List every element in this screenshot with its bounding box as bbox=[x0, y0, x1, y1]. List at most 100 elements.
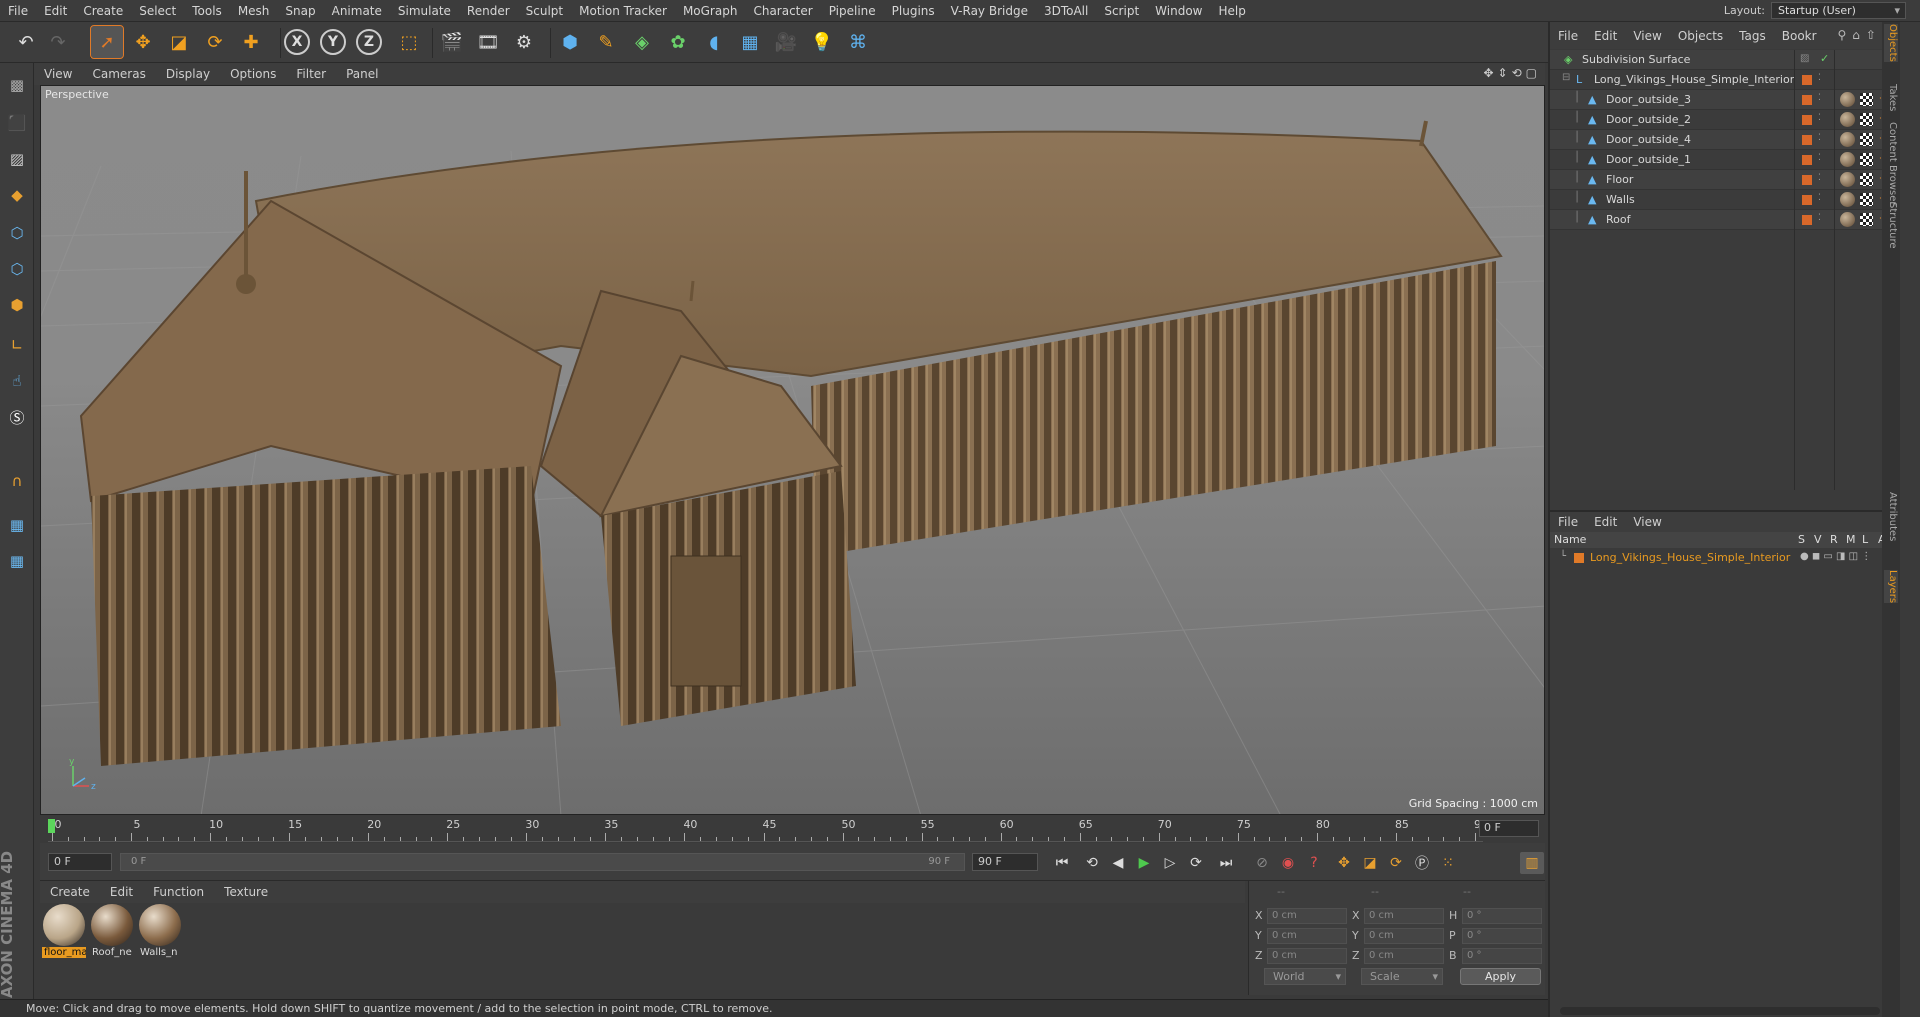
play-forward-icon[interactable]: ▶ bbox=[1132, 852, 1156, 874]
search-icon[interactable]: ⚲ bbox=[1837, 28, 1846, 42]
menu-character[interactable]: Character bbox=[745, 0, 820, 22]
coord-position-field[interactable]: 0 cm bbox=[1267, 948, 1347, 964]
solo-icon[interactable]: Ⓢ bbox=[3, 403, 31, 431]
menu-script[interactable]: Script bbox=[1096, 0, 1147, 22]
coord-position-field[interactable]: 0 cm bbox=[1267, 928, 1347, 944]
object-name[interactable]: Door_outside_1 bbox=[1606, 153, 1691, 166]
horizontal-scrollbar[interactable] bbox=[1560, 1007, 1880, 1015]
layer-column-header[interactable]: L bbox=[1862, 533, 1868, 546]
viewport-camera-label[interactable]: Perspective bbox=[45, 88, 109, 101]
apply-button[interactable]: Apply bbox=[1460, 968, 1541, 985]
viewport-menu-filter[interactable]: Filter bbox=[286, 67, 336, 81]
uvw-tag-icon[interactable] bbox=[1860, 133, 1873, 146]
uvw-tag-icon[interactable] bbox=[1860, 93, 1873, 106]
visibility-dots-icon[interactable]: ⁚ bbox=[1818, 173, 1821, 183]
material-menu-function[interactable]: Function bbox=[143, 885, 214, 899]
layer-color-tag[interactable] bbox=[1802, 115, 1812, 125]
layer-row[interactable]: └ Long_Vikings_House_Simple_Interior ● ◼… bbox=[1550, 549, 1900, 567]
menu-animate[interactable]: Animate bbox=[324, 0, 390, 22]
coord-rotation-field[interactable]: 0 ° bbox=[1462, 908, 1542, 924]
home-icon[interactable]: ⌂ bbox=[1852, 28, 1860, 42]
layout-dropdown[interactable]: Startup (User) bbox=[1771, 2, 1906, 19]
menu-select[interactable]: Select bbox=[131, 0, 184, 22]
visibility-dots-icon[interactable]: ⁚ bbox=[1818, 213, 1821, 223]
visibility-dots-icon[interactable]: ⁚ bbox=[1818, 193, 1821, 203]
end-frame-field[interactable]: 90 F bbox=[972, 853, 1038, 871]
rotate-view-icon[interactable]: ⟲ bbox=[1512, 66, 1522, 80]
menu-3dtoall[interactable]: 3DToAll bbox=[1036, 0, 1096, 22]
material-tag-icon[interactable] bbox=[1840, 152, 1855, 167]
coordinate-space-dropdown[interactable]: World ▾ bbox=[1264, 968, 1346, 985]
layer-color-tag[interactable] bbox=[1802, 195, 1812, 205]
coordinate-system-icon[interactable]: ⬚ bbox=[393, 26, 425, 58]
object-menu-bookr[interactable]: Bookr bbox=[1774, 29, 1825, 43]
material-menu-texture[interactable]: Texture bbox=[214, 885, 278, 899]
layer-flags-icons[interactable]: ● ◼ ▭ ◨ ◫ ⋮ bbox=[1800, 551, 1871, 562]
material-tag-icon[interactable] bbox=[1840, 112, 1855, 127]
toggle-view-icon[interactable]: ▢ bbox=[1526, 66, 1537, 80]
tweak-mode-icon[interactable]: ☝ bbox=[3, 367, 31, 395]
side-tab-content-browser[interactable]: Content Browser bbox=[1884, 122, 1898, 205]
scale-tool[interactable]: ◪ bbox=[163, 26, 195, 58]
perspective-viewport[interactable]: y z Perspective Grid Spacing : 1000 cm bbox=[40, 85, 1545, 815]
layer-column-header[interactable]: Name bbox=[1554, 533, 1586, 546]
rotate-tool[interactable]: ⟳ bbox=[199, 26, 231, 58]
layer-color-tag[interactable] bbox=[1802, 175, 1812, 185]
menu-pipeline[interactable]: Pipeline bbox=[821, 0, 884, 22]
current-frame-field[interactable]: 0 F bbox=[1479, 820, 1539, 837]
coord-rotation-field[interactable]: 0 ° bbox=[1462, 948, 1542, 964]
object-row[interactable]: │▲Roof⁚⁘ bbox=[1550, 210, 1900, 230]
coord-size-field[interactable]: 0 cm bbox=[1364, 948, 1444, 964]
layer-color-tag[interactable] bbox=[1802, 135, 1812, 145]
material-tag-icon[interactable] bbox=[1840, 92, 1855, 107]
preview-range-slider[interactable]: 0 F 90 F bbox=[120, 853, 965, 871]
texture-mode-icon[interactable]: ▨ bbox=[3, 145, 31, 173]
viewport-menu-options[interactable]: Options bbox=[220, 67, 286, 81]
layer-color-tag[interactable] bbox=[1802, 215, 1812, 225]
layer-name[interactable]: Long_Vikings_House_Simple_Interior bbox=[1590, 551, 1790, 564]
layer-column-header[interactable]: S bbox=[1798, 533, 1805, 546]
side-tab-attributes[interactable]: Attributes bbox=[1884, 492, 1898, 541]
uvw-tag-icon[interactable] bbox=[1860, 113, 1873, 126]
object-menu-file[interactable]: File bbox=[1550, 29, 1586, 43]
menu-edit[interactable]: Edit bbox=[36, 0, 75, 22]
floor-icon[interactable]: ▦ bbox=[734, 26, 766, 58]
cube-object-icon[interactable]: ⬢ bbox=[554, 26, 586, 58]
cloner-icon[interactable]: ✿ bbox=[662, 26, 694, 58]
side-tab-layers[interactable]: Layers bbox=[1884, 570, 1898, 604]
keyframe-selection-icon[interactable]: ? bbox=[1302, 852, 1326, 874]
render-picture-viewer-icon[interactable]: 🎞 bbox=[472, 26, 504, 58]
next-frame-icon[interactable]: ▷ bbox=[1158, 852, 1182, 874]
viewport-menu-view[interactable]: View bbox=[34, 67, 82, 81]
object-menu-tags[interactable]: Tags bbox=[1731, 29, 1774, 43]
layer-color-tag[interactable] bbox=[1802, 75, 1812, 85]
layer-column-header[interactable]: M bbox=[1846, 533, 1856, 546]
coord-position-field[interactable]: 0 cm bbox=[1267, 908, 1347, 924]
start-frame-field[interactable]: 0 F bbox=[48, 853, 112, 871]
z-axis-lock[interactable]: Z bbox=[356, 29, 382, 55]
menu-mesh[interactable]: Mesh bbox=[230, 0, 278, 22]
object-menu-objects[interactable]: Objects bbox=[1670, 29, 1731, 43]
object-name[interactable]: Door_outside_4 bbox=[1606, 133, 1691, 146]
model-mode-icon[interactable]: ⬛ bbox=[3, 109, 31, 137]
uvw-tag-icon[interactable] bbox=[1860, 213, 1873, 226]
layer-menu-edit[interactable]: Edit bbox=[1586, 515, 1625, 529]
material-menu-edit[interactable]: Edit bbox=[100, 885, 143, 899]
render-settings-icon[interactable]: ⚙ bbox=[508, 26, 540, 58]
layer-column-header[interactable]: V bbox=[1814, 533, 1822, 546]
side-tab-structure[interactable]: Structure bbox=[1884, 202, 1898, 249]
viewport-menu-panel[interactable]: Panel bbox=[336, 67, 388, 81]
previous-frame-icon[interactable]: ◀ bbox=[1106, 852, 1130, 874]
recent-tool[interactable]: ✚ bbox=[235, 26, 267, 58]
redo-icon[interactable]: ↷ bbox=[42, 26, 74, 58]
material-swatch[interactable]: floor_ma bbox=[42, 903, 86, 961]
up-arrow-icon[interactable]: ⇧ bbox=[1866, 28, 1876, 42]
material-tag-icon[interactable] bbox=[1840, 132, 1855, 147]
coord-rotation-field[interactable]: 0 ° bbox=[1462, 928, 1542, 944]
material-swatch[interactable]: Walls_n bbox=[138, 903, 182, 961]
object-row[interactable]: │▲Walls⁚⁘ bbox=[1550, 190, 1900, 210]
record-rotation-icon[interactable]: ⟳ bbox=[1384, 852, 1408, 874]
viewport-menu-display[interactable]: Display bbox=[156, 67, 220, 81]
uvw-tag-icon[interactable] bbox=[1860, 173, 1873, 186]
x-axis-lock[interactable]: X bbox=[284, 29, 310, 55]
